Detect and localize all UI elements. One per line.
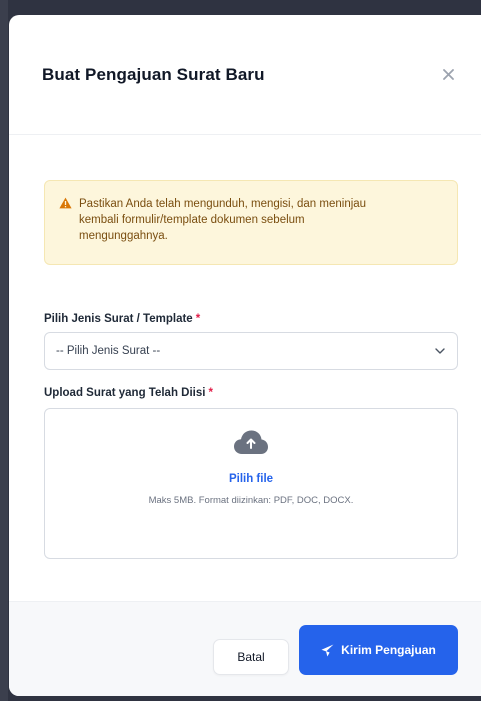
template-label-text: Pilih Jenis Surat / Template xyxy=(44,313,193,325)
template-select-value: -- Pilih Jenis Surat -- xyxy=(56,345,161,357)
close-icon xyxy=(442,69,454,80)
template-field-label: Pilih Jenis Surat / Template * xyxy=(44,313,458,325)
close-button[interactable] xyxy=(437,64,459,86)
alert-message: Pastikan Anda telah mengunduh, mengisi, … xyxy=(79,196,366,250)
send-icon xyxy=(321,644,334,656)
modal-body: Pastikan Anda telah mengunduh, mengisi, … xyxy=(9,135,481,559)
required-marker: * xyxy=(195,313,201,325)
required-marker: * xyxy=(208,387,213,399)
file-help-text: Maks 5MB. Format diizinkan: PDF, DOC, DO… xyxy=(148,495,354,506)
create-letter-modal: Buat Pengajuan Surat Baru Pastikan Anda … xyxy=(9,15,481,696)
backdrop-sidebar-strip xyxy=(0,0,8,701)
choose-file-link[interactable]: Pilih file xyxy=(229,473,273,485)
upload-label-text: Upload Surat yang Telah Diisi xyxy=(44,387,206,399)
upload-field-label: Upload Surat yang Telah Diisi * xyxy=(44,387,458,399)
cloud-upload-icon xyxy=(234,430,268,454)
alert-line: kembali formulir/template dokumen sebelu… xyxy=(79,214,305,226)
submit-button[interactable]: Kirim Pengajuan xyxy=(299,625,458,675)
modal-title: Buat Pengajuan Surat Baru xyxy=(42,64,265,84)
alert-line: mengunggahnya. xyxy=(79,230,168,242)
file-dropzone[interactable]: Pilih file Maks 5MB. Format diizinkan: P… xyxy=(44,408,458,559)
warning-icon xyxy=(59,197,72,209)
modal-header: Buat Pengajuan Surat Baru xyxy=(9,15,481,135)
alert-line: Pastikan Anda telah mengunduh, mengisi, … xyxy=(79,198,367,210)
warning-alert: Pastikan Anda telah mengunduh, mengisi, … xyxy=(44,180,458,265)
submit-button-label: Kirim Pengajuan xyxy=(341,643,436,657)
template-select[interactable]: -- Pilih Jenis Surat -- xyxy=(44,332,458,370)
modal-footer: Batal Kirim Pengajuan xyxy=(9,601,481,696)
chevron-down-icon xyxy=(435,348,445,354)
cancel-button[interactable]: Batal xyxy=(213,639,289,675)
